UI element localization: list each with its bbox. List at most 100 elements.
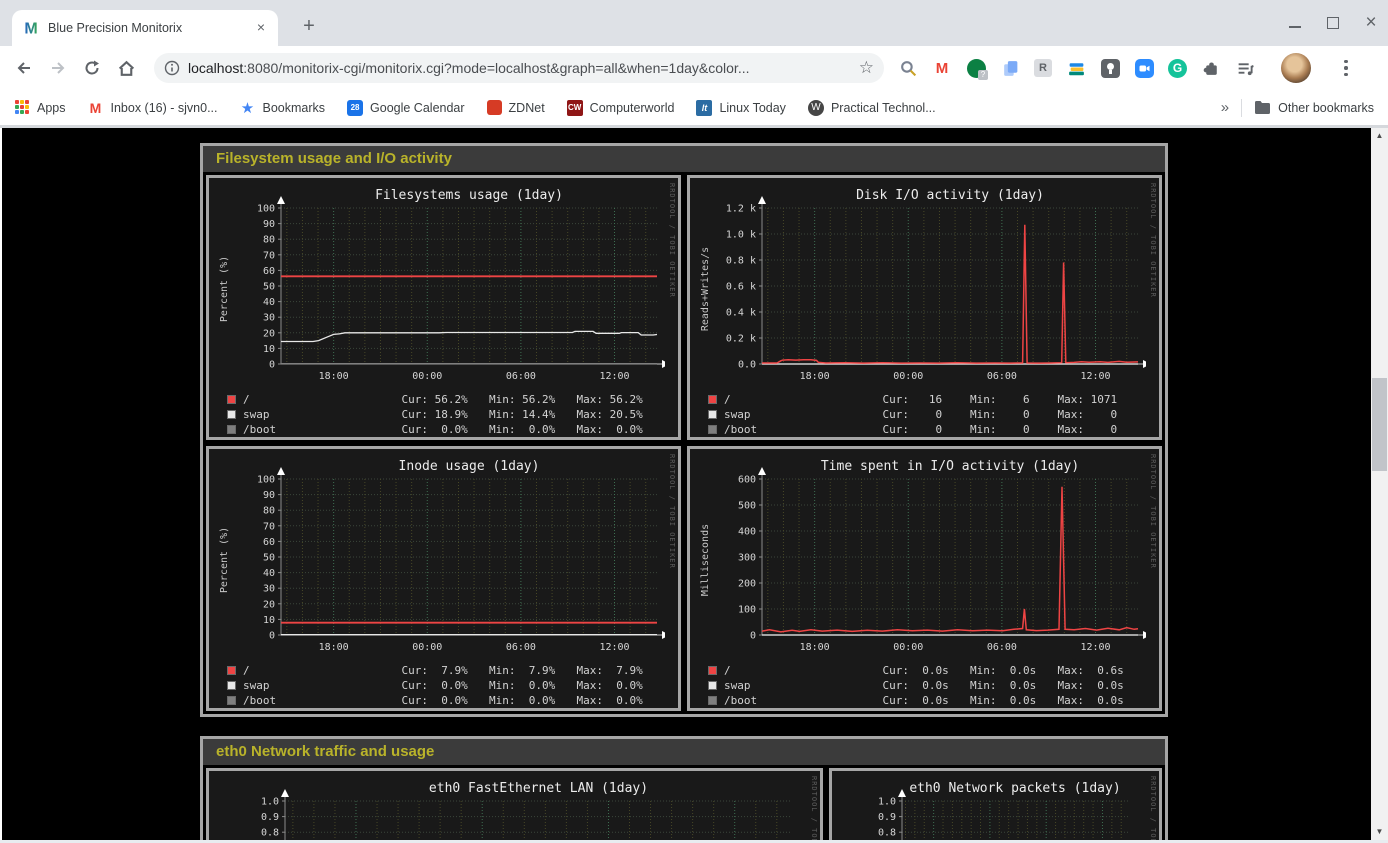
graph-panel-eth0_packets: 0.00.10.20.30.40.50.60.70.80.91.018:0000… xyxy=(829,768,1162,843)
bookmark-item-linux-today[interactable]: ltLinux Today xyxy=(696,100,786,116)
new-tab-button[interactable]: + xyxy=(296,14,322,40)
graph-title: Disk I/O activity (1day) xyxy=(856,188,1044,203)
graph-title: eth0 FastEthernet LAN (1day) xyxy=(429,781,648,796)
bookmark-item-bookmarks[interactable]: ★Bookmarks xyxy=(240,100,326,116)
legend-min: Min: 14.4% xyxy=(489,408,577,421)
graph-inode_usage[interactable]: 010203040506070809010018:0000:0006:0012:… xyxy=(215,457,665,657)
y-tick-label: 0.8 xyxy=(261,828,279,839)
scrollbar-thumb[interactable] xyxy=(1372,378,1387,471)
y-tick-label: 40 xyxy=(263,568,275,579)
graph-title: Filesystems usage (1day) xyxy=(375,188,563,203)
y-axis-label: Milliseconds xyxy=(700,524,711,596)
bookmark-item-computerworld[interactable]: CWComputerworld xyxy=(567,100,675,116)
grammarly-extension-icon[interactable]: G xyxy=(1168,59,1187,78)
url-text[interactable]: localhost:8080/monitorix-cgi/monitorix.c… xyxy=(188,60,851,76)
y-tick-label: 50 xyxy=(263,282,275,293)
graph-eth0_lan[interactable]: 0.00.10.20.30.40.50.60.70.80.91.018:0000… xyxy=(215,779,804,843)
bookmark-item-apps[interactable]: Apps xyxy=(14,100,66,116)
rrdtool-watermark: RRDTOOL / TOBI OETIKER xyxy=(1149,454,1157,569)
series-swap xyxy=(281,331,657,341)
graph-fs_usage[interactable]: 010203040506070809010018:0000:0006:0012:… xyxy=(215,186,665,386)
graph-legend: /Cur: 0.0sMin: 0.0sMax: 0.6sswapCur: 0.0… xyxy=(696,663,1145,708)
page-info-icon[interactable] xyxy=(164,60,180,76)
rrdtool-watermark: RRDTOOL / TOBI OETIKER xyxy=(1149,776,1157,843)
legend-min: Min: 0.0s xyxy=(970,664,1058,677)
x-tick-label: 06:00 xyxy=(987,371,1017,382)
profile-avatar[interactable] xyxy=(1281,53,1311,83)
x-tick-label: 18:00 xyxy=(319,371,349,382)
folder-icon xyxy=(1254,100,1271,115)
legend-swatch xyxy=(227,425,236,434)
legend-name: swap xyxy=(724,679,882,692)
bookmark-label: Computerworld xyxy=(590,101,675,115)
other-bookmarks-button[interactable]: Other bookmarks xyxy=(1254,100,1374,115)
search-extension-icon[interactable] xyxy=(898,58,918,78)
bookmark-label: Apps xyxy=(37,101,66,115)
legend-max: Max: 20.5% xyxy=(576,408,664,421)
y-axis-label: Reads+Writes/s xyxy=(700,247,711,331)
playlist-extension-icon[interactable] xyxy=(1235,58,1255,78)
y-tick-label: 1.0 xyxy=(261,797,279,808)
y-tick-label: 0.9 xyxy=(878,812,896,823)
scrollbar-down-icon[interactable]: ▼ xyxy=(1371,824,1388,840)
bookmark-item-zdnet[interactable]: ZDNet xyxy=(487,100,545,115)
scrollbar[interactable]: ▲ ▼ xyxy=(1371,128,1388,840)
forward-icon[interactable] xyxy=(44,54,72,82)
graph-eth0_packets[interactable]: 0.00.10.20.30.40.50.60.70.80.91.018:0000… xyxy=(838,779,1143,843)
y-tick-label: 1.0 xyxy=(878,797,896,808)
scrollbar-up-icon[interactable]: ▲ xyxy=(1371,128,1388,144)
y-tick-label: 100 xyxy=(738,605,756,616)
bookmark-item-practical-technol[interactable]: WPractical Technol... xyxy=(808,100,936,116)
graph-legend: /Cur: 16Min: 6Max: 1071swapCur: 0Min: 0M… xyxy=(696,392,1145,437)
y-tick-label: 0.8 xyxy=(878,828,896,839)
address-bar[interactable]: localhost:8080/monitorix-cgi/monitorix.c… xyxy=(154,53,884,83)
reload-icon[interactable] xyxy=(78,54,106,82)
star-icon: ★ xyxy=(240,100,256,116)
voice-extension-icon[interactable]: ? xyxy=(966,58,986,78)
legend-row: /bootCur: 0.0sMin: 0.0sMax: 0.0s xyxy=(696,693,1145,708)
legend-swatch xyxy=(227,410,236,419)
books-extension-icon[interactable] xyxy=(1066,58,1086,78)
y-tick-label: 50 xyxy=(263,553,275,564)
x-tick-label: 18:00 xyxy=(800,371,830,382)
legend-swatch xyxy=(708,425,717,434)
bookmarks-bar: Apps MInbox (16) - sjvn0... ★Bookmarks 28Go… xyxy=(0,90,1388,125)
bookmark-label: Inbox (16) - sjvn0... xyxy=(111,101,218,115)
graph-panel-io_time: 010020030040050060018:0000:0006:0012:00M… xyxy=(687,446,1162,711)
bookmark-item-google-calendar[interactable]: 28Google Calendar xyxy=(347,100,465,116)
graph-legend: /Cur: 56.2%Min: 56.2%Max: 56.2%swapCur: … xyxy=(215,392,664,437)
graph-disk_io[interactable]: 0.00.2 k0.4 k0.6 k0.8 k1.0 k1.2 k18:0000… xyxy=(696,186,1146,386)
graph-io_time[interactable]: 010020030040050060018:0000:0006:0012:00M… xyxy=(696,457,1146,657)
legend-swatch xyxy=(708,395,717,404)
browser-menu-icon[interactable] xyxy=(1337,60,1355,77)
bookmarks-overflow-icon[interactable]: » xyxy=(1221,99,1229,116)
lamp-extension-icon[interactable] xyxy=(1100,58,1120,78)
y-tick-label: 300 xyxy=(738,553,756,564)
home-icon[interactable] xyxy=(112,54,140,82)
apps-grid-icon xyxy=(14,100,30,116)
bookmark-star-icon[interactable]: ☆ xyxy=(859,58,874,78)
legend-max: Max: 0.0% xyxy=(576,694,664,707)
r-extension-icon[interactable]: R xyxy=(1034,59,1052,77)
window-close-icon[interactable]: × xyxy=(1364,16,1378,30)
page-left-edge xyxy=(0,128,2,843)
browser-tab[interactable]: M Blue Precision Monitorix × xyxy=(12,10,278,46)
back-icon[interactable] xyxy=(10,54,38,82)
x-tick-label: 12:00 xyxy=(599,371,629,382)
y-tick-label: 80 xyxy=(263,235,275,246)
section-filesystem: Filesystem usage and I/O activity0102030… xyxy=(200,143,1168,717)
bookmark-item-inbox-16-sjvn0[interactable]: MInbox (16) - sjvn0... xyxy=(88,100,218,116)
monitorix-favicon: M xyxy=(22,19,40,37)
tab-close-icon[interactable]: × xyxy=(252,19,270,37)
gmail-extension-icon[interactable]: M xyxy=(932,58,952,78)
rrdtool-watermark: RRDTOOL / TOBI OETIKER xyxy=(1149,183,1157,298)
copy-pages-extension-icon[interactable] xyxy=(1000,58,1020,78)
y-tick-label: 400 xyxy=(738,527,756,538)
rrdtool-watermark: RRDTOOL / TOBI OETIKER xyxy=(668,183,676,298)
extensions-puzzle-icon[interactable] xyxy=(1201,58,1221,78)
window-minimize-icon[interactable] xyxy=(1288,16,1302,30)
window-maximize-icon[interactable] xyxy=(1326,16,1340,30)
zoom-extension-icon[interactable] xyxy=(1134,58,1154,78)
x-tick-label: 06:00 xyxy=(506,642,536,653)
y-tick-label: 90 xyxy=(263,490,275,501)
